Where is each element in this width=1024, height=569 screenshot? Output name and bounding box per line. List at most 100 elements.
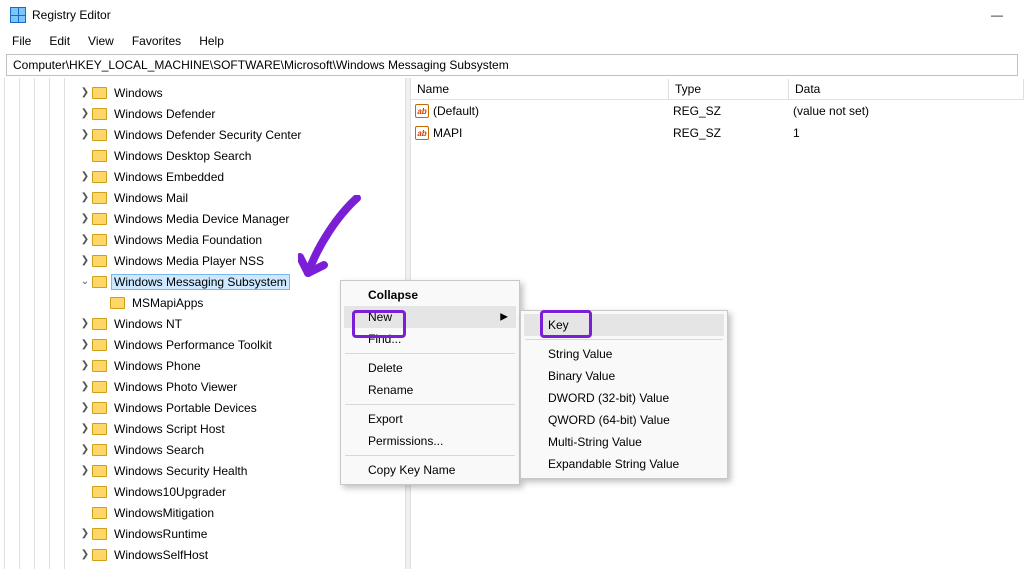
tree-item-label: Windows Embedded: [111, 169, 227, 185]
tree-item-label: Windows10Upgrader: [111, 484, 229, 500]
folder-icon: [92, 255, 107, 267]
tree-item-label: Windows Script Host: [111, 421, 228, 437]
menu-help[interactable]: Help: [191, 32, 232, 50]
ctx-new-dword[interactable]: DWORD (32-bit) Value: [524, 387, 724, 409]
folder-icon: [92, 339, 107, 351]
tree-expander-icon[interactable]: ❯: [78, 381, 92, 392]
value-row[interactable]: ab MAPIREG_SZ1: [411, 122, 1024, 144]
tree-expander-icon[interactable]: ❯: [78, 402, 92, 413]
tree-expander-icon[interactable]: ❯: [78, 465, 92, 476]
tree-expander-icon[interactable]: ❯: [78, 192, 92, 203]
folder-icon: [92, 129, 107, 141]
value-data: 1: [787, 126, 1024, 140]
folder-icon: [92, 507, 107, 519]
tree-expander-icon[interactable]: ❯: [78, 129, 92, 140]
tree-item-label: Windows Media Foundation: [111, 232, 265, 248]
context-submenu-new: Key String Value Binary Value DWORD (32-…: [520, 310, 728, 479]
tree-expander-icon[interactable]: ❯: [78, 171, 92, 182]
separator: [525, 339, 723, 340]
tree-item-label: Windows Defender: [111, 106, 218, 122]
tree-item[interactable]: ❯ Windows Embedded: [78, 166, 405, 187]
column-type[interactable]: Type: [669, 79, 789, 99]
tree-expander-icon[interactable]: ❯: [78, 108, 92, 119]
ctx-export[interactable]: Export: [344, 408, 516, 430]
folder-icon: [92, 276, 107, 288]
ctx-collapse[interactable]: Collapse: [344, 284, 516, 306]
tree-item-label: Windows Phone: [111, 358, 204, 374]
address-bar[interactable]: Computer\HKEY_LOCAL_MACHINE\SOFTWARE\Mic…: [6, 54, 1018, 76]
menu-favorites[interactable]: Favorites: [124, 32, 189, 50]
tree-expander-icon[interactable]: ❯: [78, 255, 92, 266]
tree-expander-icon[interactable]: ❯: [78, 339, 92, 350]
ctx-permissions[interactable]: Permissions...: [344, 430, 516, 452]
ctx-new-expandstring[interactable]: Expandable String Value: [524, 453, 724, 475]
folder-icon: [92, 318, 107, 330]
tree-expander-icon[interactable]: ❯: [78, 423, 92, 434]
column-name[interactable]: Name: [411, 79, 669, 99]
value-data: (value not set): [787, 104, 1024, 118]
folder-icon: [92, 213, 107, 225]
ctx-new-multistring[interactable]: Multi-String Value: [524, 431, 724, 453]
tree-item-label: Windows Photo Viewer: [111, 379, 240, 395]
separator: [345, 455, 515, 456]
separator: [345, 353, 515, 354]
ctx-copy-key-name[interactable]: Copy Key Name: [344, 459, 516, 481]
tree-expander-icon[interactable]: ❯: [78, 444, 92, 455]
separator: [345, 404, 515, 405]
ctx-find[interactable]: Find...: [344, 328, 516, 350]
tree-item[interactable]: ❯ WindowsSelfHost: [78, 544, 405, 565]
ctx-new-key[interactable]: Key: [524, 314, 724, 336]
string-value-icon: ab: [415, 126, 429, 140]
tree-expander-icon[interactable]: ❯: [78, 318, 92, 329]
value-type: REG_SZ: [667, 126, 787, 140]
tree-item[interactable]: ❯ WindowsRuntime: [78, 523, 405, 544]
menu-view[interactable]: View: [80, 32, 122, 50]
string-value-icon: ab: [415, 104, 429, 118]
ctx-delete[interactable]: Delete: [344, 357, 516, 379]
tree-item[interactable]: ❯Windows Defender Security Center: [78, 124, 405, 145]
tree-item-label: WindowsRuntime: [111, 526, 210, 542]
chevron-right-icon: ▶: [500, 312, 508, 323]
tree-item-label: Windows Media Player NSS: [111, 253, 267, 269]
value-name: (Default): [433, 104, 667, 118]
value-name: MAPI: [433, 126, 667, 140]
tree-expander-icon[interactable]: ⌄: [78, 276, 92, 287]
value-row[interactable]: ab(Default)REG_SZ(value not set): [411, 100, 1024, 122]
tree-item-label: Windows Desktop Search: [111, 148, 254, 164]
annotation-arrow-icon: [298, 195, 368, 288]
app-icon: [10, 7, 26, 23]
tree-expander-icon[interactable]: ❯: [78, 549, 92, 560]
menu-bar: File Edit View Favorites Help: [0, 30, 1024, 52]
tree-expander-icon[interactable]: ❯: [78, 213, 92, 224]
tree-item-label: Windows: [111, 85, 166, 101]
folder-icon: [92, 192, 107, 204]
tree-expander-icon[interactable]: ❯: [78, 528, 92, 539]
ctx-new-string[interactable]: String Value: [524, 343, 724, 365]
ctx-new-qword[interactable]: QWORD (64-bit) Value: [524, 409, 724, 431]
menu-file[interactable]: File: [4, 32, 39, 50]
ctx-new[interactable]: New▶: [344, 306, 516, 328]
context-menu: Collapse New▶ Find... Delete Rename Expo…: [340, 280, 520, 485]
tree-item-label: WindowsMitigation: [111, 505, 217, 521]
tree-item-label: Windows Messaging Subsystem: [111, 274, 290, 290]
window-title: Registry Editor: [32, 8, 111, 22]
tree-expander-icon[interactable]: ❯: [78, 234, 92, 245]
folder-icon: [92, 423, 107, 435]
tree-expander-icon[interactable]: ❯: [78, 87, 92, 98]
tree-item-label: Windows Mail: [111, 190, 191, 206]
folder-icon: [110, 297, 125, 309]
tree-item[interactable]: WindowsMitigation: [78, 502, 405, 523]
tree-item[interactable]: Windows Desktop Search: [78, 145, 405, 166]
minimize-button[interactable]: —: [974, 0, 1020, 30]
column-data[interactable]: Data: [789, 79, 1024, 99]
ctx-rename[interactable]: Rename: [344, 379, 516, 401]
tree-expander-icon[interactable]: ❯: [78, 360, 92, 371]
tree-item[interactable]: ❯ Windows Defender: [78, 103, 405, 124]
menu-edit[interactable]: Edit: [41, 32, 78, 50]
tree-item[interactable]: ❯ Windows: [78, 82, 405, 103]
ctx-new-binary[interactable]: Binary Value: [524, 365, 724, 387]
folder-icon: [92, 360, 107, 372]
values-header: Name Type Data: [411, 78, 1024, 100]
tree-item-label: WindowsSelfHost: [111, 547, 211, 563]
folder-icon: [92, 465, 107, 477]
